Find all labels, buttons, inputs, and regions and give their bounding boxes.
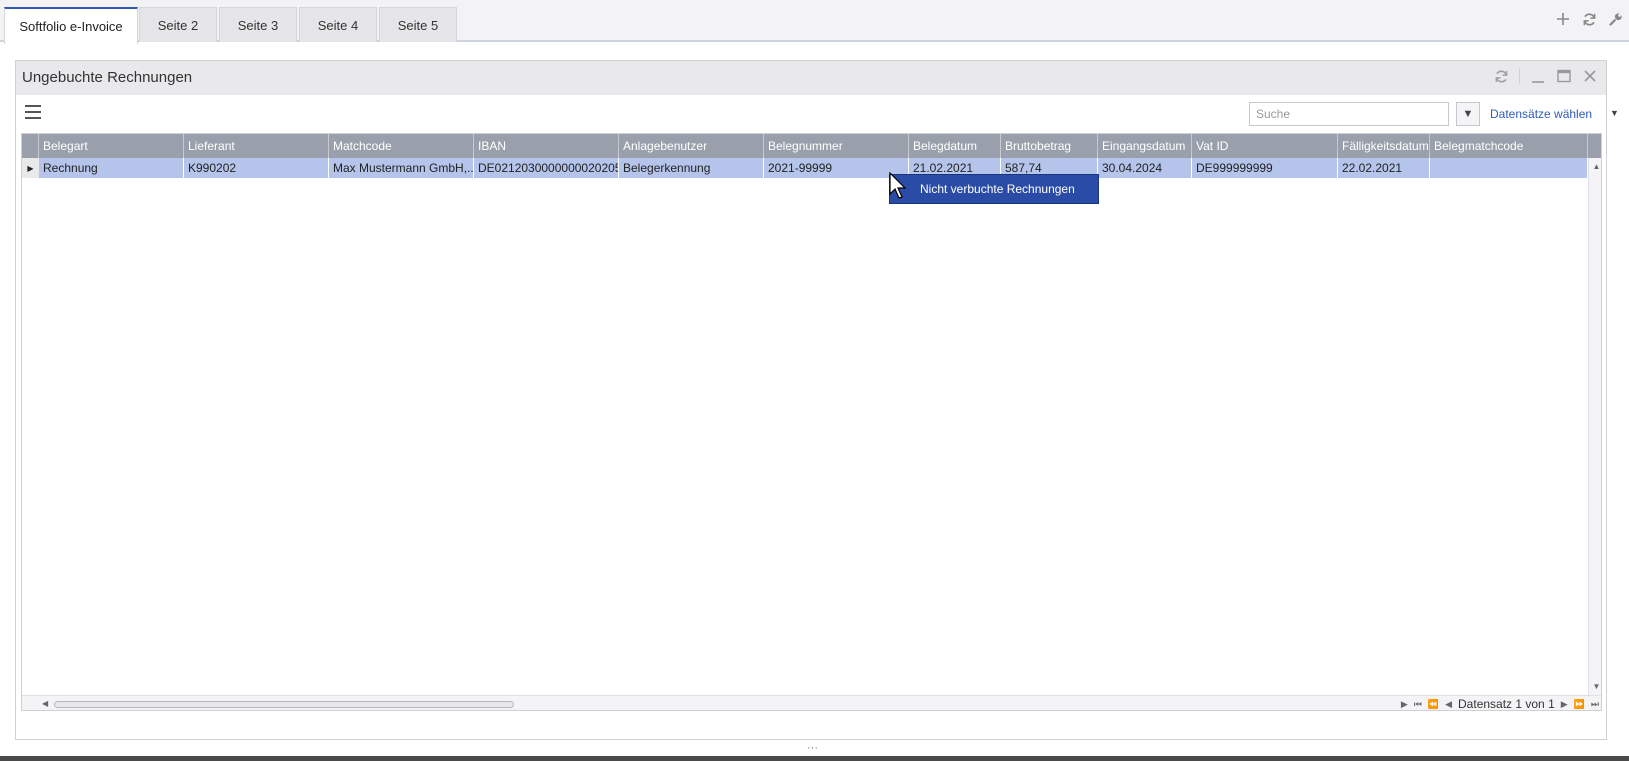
- tab-seite-3[interactable]: Seite 3: [219, 7, 297, 42]
- cell-faelligkeitsdatum[interactable]: 22.02.2021: [1338, 158, 1430, 178]
- tab-bar: Softfolio e-Invoice Seite 2 Seite 3 Seit…: [0, 0, 1629, 44]
- scroll-down-icon[interactable]: ▼: [1589, 682, 1601, 691]
- tab-label: Seite 5: [397, 17, 439, 33]
- tab-label: Softfolio e-Invoice: [19, 19, 123, 34]
- data-grid: Belegart Lieferant Matchcode IBAN Anlage…: [21, 133, 1602, 711]
- tab-label: Seite 2: [157, 17, 199, 33]
- column-header-iban[interactable]: IBAN: [474, 134, 619, 158]
- column-header-faelligkeitsdatum[interactable]: Fälligkeitsdatum: [1338, 134, 1430, 158]
- minimize-icon[interactable]: [1530, 67, 1546, 85]
- column-header-eingangsdatum[interactable]: Eingangsdatum: [1098, 134, 1192, 158]
- panel-title: Ungebuchte Rechnungen: [22, 69, 193, 86]
- tab-seite-4[interactable]: Seite 4: [299, 7, 377, 42]
- next-page-icon[interactable]: ⏩: [1574, 699, 1585, 710]
- panel-header: Ungebuchte Rechnungen: [16, 61, 1606, 95]
- table-row[interactable]: ▶ Rechnung K990202 Max Mustermann GmbH,.…: [22, 158, 1588, 178]
- column-header-belegart[interactable]: Belegart: [39, 134, 184, 158]
- cell-lieferant[interactable]: K990202: [184, 158, 329, 178]
- cell-belegnummer[interactable]: 2021-99999: [764, 158, 909, 178]
- column-header-belegnummer[interactable]: Belegnummer: [764, 134, 909, 158]
- maximize-icon[interactable]: [1556, 67, 1572, 85]
- cell-matchcode[interactable]: Max Mustermann GmbH,...: [329, 158, 474, 178]
- vertical-scrollbar[interactable]: ▲ ▼: [1588, 158, 1601, 695]
- plus-icon[interactable]: [1555, 10, 1571, 28]
- bottom-border: [0, 756, 1629, 761]
- next-record-icon[interactable]: ▶: [1561, 699, 1568, 710]
- close-icon[interactable]: [1582, 67, 1598, 85]
- scroll-right-icon[interactable]: ▶: [1401, 699, 1408, 710]
- cell-eingangsdatum[interactable]: 30.04.2024: [1098, 158, 1192, 178]
- column-header-vat-id[interactable]: Vat ID: [1192, 134, 1338, 158]
- grid-toolbar: ▼ Datensätze wählen ▼: [16, 95, 1619, 131]
- search-input[interactable]: [1249, 102, 1449, 126]
- tab-softfolio-e-invoice[interactable]: Softfolio e-Invoice: [4, 7, 138, 44]
- last-record-icon[interactable]: ⏭: [1591, 699, 1599, 710]
- row-indicator-icon[interactable]: ▶: [22, 158, 39, 178]
- tab-label: Seite 3: [237, 17, 279, 33]
- tab-seite-2[interactable]: Seite 2: [139, 7, 217, 42]
- previous-record-icon[interactable]: ◀: [1445, 699, 1452, 710]
- grid-header-row: Belegart Lieferant Matchcode IBAN Anlage…: [22, 134, 1601, 158]
- tab-label: Seite 4: [317, 17, 359, 33]
- filter-icon[interactable]: ▼: [1456, 102, 1480, 126]
- context-menu-label: Nicht verbuchte Rechnungen: [920, 182, 1075, 196]
- chevron-down-icon[interactable]: ▼: [1610, 108, 1619, 118]
- cell-belegart[interactable]: Rechnung: [39, 158, 184, 178]
- menu-icon[interactable]: [25, 105, 41, 119]
- column-header-anlagebenutzer[interactable]: Anlagebenutzer: [619, 134, 764, 158]
- column-header-belegmatchcode[interactable]: Belegmatchcode: [1430, 134, 1588, 158]
- cell-anlagebenutzer[interactable]: Belegerkennung: [619, 158, 764, 178]
- first-record-icon[interactable]: ⏮: [1414, 699, 1422, 710]
- panel-controls: [1493, 67, 1598, 85]
- cell-belegmatchcode[interactable]: [1430, 158, 1588, 178]
- separator: [1519, 68, 1520, 84]
- scroll-up-icon[interactable]: ▲: [1589, 162, 1601, 171]
- column-header-matchcode[interactable]: Matchcode: [329, 134, 474, 158]
- row-indicator-header: [22, 134, 39, 158]
- refresh-icon[interactable]: [1493, 67, 1509, 85]
- resize-handle-icon[interactable]: ···: [807, 742, 818, 754]
- cell-iban[interactable]: DE02120300000000202051: [474, 158, 619, 178]
- context-menu-item-nicht-verbuchte-rechnungen[interactable]: Nicht verbuchte Rechnungen: [889, 174, 1099, 204]
- datensaetze-waehlen-link[interactable]: Datensätze wählen: [1490, 107, 1592, 121]
- grid-footer: ◀ ▶ ⏮ ⏪ ◀ Datensatz 1 von 1 ▶ ⏩ ⏭: [22, 695, 1601, 711]
- column-header-lieferant[interactable]: Lieferant: [184, 134, 329, 158]
- refresh-icon[interactable]: [1581, 10, 1597, 28]
- tab-seite-5[interactable]: Seite 5: [379, 7, 457, 42]
- record-navigator: ▶ ⏮ ⏪ ◀ Datensatz 1 von 1 ▶ ⏩ ⏭: [1401, 697, 1599, 711]
- scroll-left-icon[interactable]: ◀: [42, 699, 48, 708]
- column-header-belegdatum[interactable]: Belegdatum: [909, 134, 1001, 158]
- tabbar-actions: [1555, 10, 1623, 28]
- wrench-icon[interactable]: [1607, 10, 1623, 28]
- cell-vat-id[interactable]: DE999999999: [1192, 158, 1338, 178]
- ungebuchte-rechnungen-panel: Ungebuchte Rechnungen ▼ Datensätze wähle…: [15, 60, 1619, 740]
- column-header-bruttobetrag[interactable]: Bruttobetrag: [1001, 134, 1098, 158]
- mouse-cursor-icon: [889, 172, 907, 199]
- horizontal-scrollbar-thumb[interactable]: [54, 701, 514, 708]
- previous-page-icon[interactable]: ⏪: [1428, 699, 1439, 710]
- record-status: Datensatz 1 von 1: [1458, 697, 1555, 711]
